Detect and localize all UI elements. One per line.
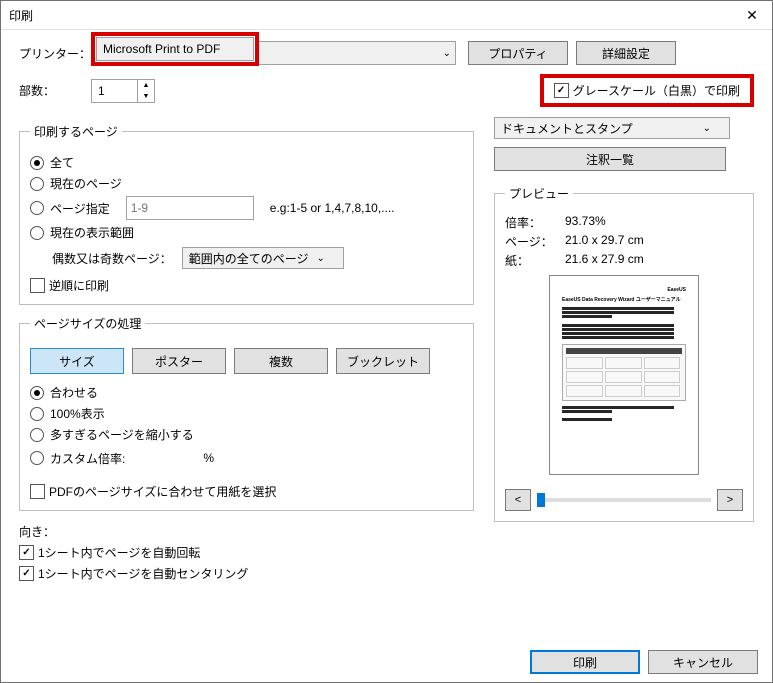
page-sizing-legend: ページサイズの処理	[30, 315, 145, 332]
radio-shrink[interactable]: 多すぎるページを縮小する	[30, 426, 463, 443]
paper-size-label: 紙：	[505, 252, 555, 269]
spin-up-icon[interactable]: ▲	[138, 80, 154, 91]
page-range-input[interactable]	[126, 196, 254, 220]
preview-thumbnail: EaseUS EaseUS Data Recovery Wizard ユーザーマ…	[549, 275, 699, 475]
radio-icon	[30, 386, 44, 400]
radio-current-view[interactable]: 現在の表示範囲	[30, 224, 463, 241]
radio-icon	[30, 428, 44, 442]
preview-group: プレビュー 倍率： 93.73% ページ： 21.0 x 29.7 cm 紙： 21.…	[494, 185, 754, 522]
dialog-title: 印刷	[9, 7, 740, 24]
radio-all[interactable]: 全て	[30, 154, 463, 171]
properties-button[interactable]: プロパティ	[468, 41, 568, 65]
tab-booklet[interactable]: ブックレット	[336, 348, 430, 374]
radio-current[interactable]: 現在のページ	[30, 175, 463, 192]
printer-label: プリンター：	[19, 45, 91, 62]
spin-down-icon[interactable]: ▼	[138, 91, 154, 102]
chevron-down-icon: ⌄	[317, 253, 325, 264]
paper-size-value: 21.6 x 27.9 cm	[565, 252, 644, 269]
radio-icon	[30, 156, 44, 170]
radio-icon	[30, 407, 44, 421]
close-icon[interactable]: ✕	[740, 7, 764, 24]
tab-size[interactable]: サイズ	[30, 348, 124, 374]
doc-stamp-select[interactable]: ドキュメントとスタンプ ⌄	[494, 117, 730, 139]
page-range-group: 印刷するページ 全て 現在のページ ページ指定 e.g:1-5 or 1,4,7…	[19, 123, 474, 305]
tab-multiple[interactable]: 複数	[234, 348, 328, 374]
preview-prev-button[interactable]: <	[505, 489, 531, 511]
print-button[interactable]: 印刷	[530, 650, 640, 674]
grayscale-checkbox[interactable]: グレースケール（白黒）で印刷	[554, 82, 740, 99]
slider-thumb[interactable]	[537, 493, 545, 507]
page-size-label: ページ：	[505, 233, 555, 250]
copies-spinner[interactable]: 1 ▲▼	[91, 79, 155, 103]
radio-icon	[30, 226, 44, 240]
cancel-button[interactable]: キャンセル	[648, 650, 758, 674]
dialog-footer: 印刷 キャンセル	[1, 642, 772, 682]
zoom-value: 93.73%	[565, 214, 606, 231]
preview-legend: プレビュー	[505, 185, 573, 202]
auto-rotate-checkbox[interactable]: 1シート内でページを自動回転	[19, 544, 474, 561]
printer-select[interactable]: Microsoft Print to PDF	[96, 37, 254, 61]
checkbox-icon	[19, 566, 34, 581]
page-range-legend: 印刷するページ	[30, 123, 122, 140]
copies-label: 部数：	[19, 82, 91, 99]
auto-center-checkbox[interactable]: 1シート内でページを自動センタリング	[19, 565, 474, 582]
radio-icon	[30, 177, 44, 191]
tab-poster[interactable]: ポスター	[132, 348, 226, 374]
checkbox-icon	[30, 278, 45, 293]
radio-fit[interactable]: 合わせる	[30, 384, 463, 401]
radio-actual[interactable]: 100%表示	[30, 405, 463, 422]
radio-pages[interactable]: ページ指定 e.g:1-5 or 1,4,7,8,10,....	[30, 196, 463, 220]
printer-select-extend[interactable]: ⌄	[259, 41, 456, 65]
reverse-order-checkbox[interactable]: 逆順に印刷	[30, 277, 463, 294]
page-size-value: 21.0 x 29.7 cm	[565, 233, 644, 250]
radio-icon	[30, 201, 44, 215]
radio-icon	[30, 451, 44, 465]
print-dialog: 印刷 ✕ プリンター： Microsoft Print to PDF ⌄ プロパ…	[0, 0, 773, 683]
comments-list-button[interactable]: 注釈一覧	[494, 147, 726, 171]
preview-slider[interactable]	[537, 498, 711, 502]
preview-next-button[interactable]: >	[717, 489, 743, 511]
odd-even-label: 偶数又は奇数ページ：	[52, 250, 172, 267]
odd-even-select[interactable]: 範囲内の全てのページ ⌄	[182, 247, 344, 269]
titlebar: 印刷 ✕	[1, 1, 772, 30]
checkbox-icon	[19, 545, 34, 560]
page-sizing-group: ページサイズの処理 サイズ ポスター 複数 ブックレット 合わせる 100%表示…	[19, 315, 474, 511]
radio-custom-scale[interactable]: カスタム倍率: %	[30, 447, 463, 469]
zoom-label: 倍率：	[505, 214, 555, 231]
checkbox-icon	[30, 484, 45, 499]
page-range-example: e.g:1-5 or 1,4,7,8,10,....	[270, 201, 395, 215]
checkbox-icon	[554, 83, 569, 98]
choose-paper-by-pdf-checkbox[interactable]: PDFのページサイズに合わせて用紙を選択	[30, 483, 463, 500]
chevron-down-icon: ⌄	[703, 123, 711, 134]
advanced-settings-button[interactable]: 詳細設定	[576, 41, 676, 65]
percent-label: %	[203, 451, 214, 465]
chevron-down-icon: ⌄	[443, 48, 451, 59]
orientation-label: 向き：	[19, 523, 474, 540]
